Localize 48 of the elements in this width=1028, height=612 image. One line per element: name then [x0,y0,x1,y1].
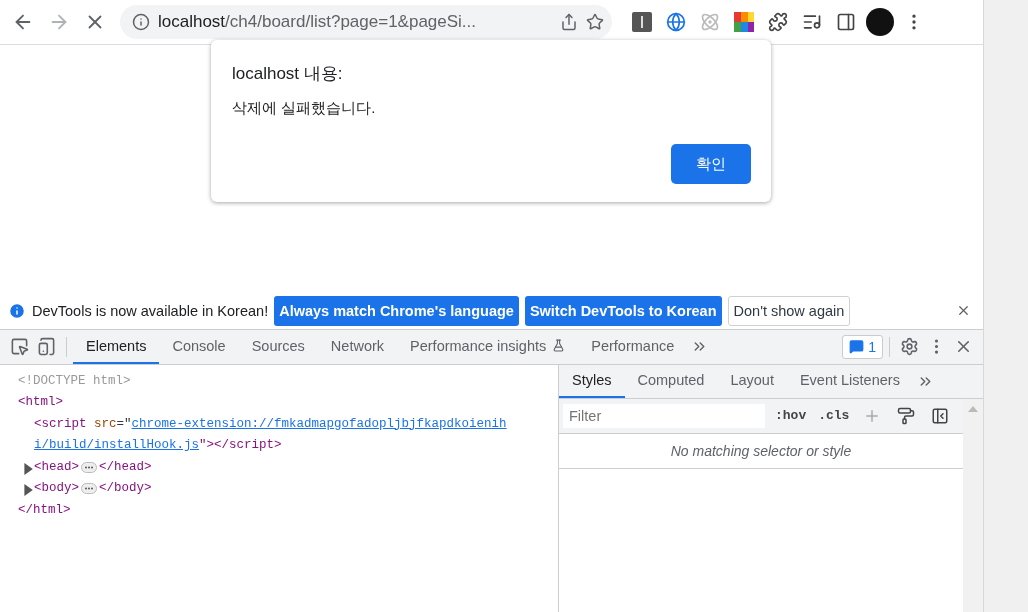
tag-text: <html> [18,394,63,411]
doctype-text: <!DOCTYPE html> [18,372,131,390]
ellipsis-icon[interactable] [81,483,97,494]
address-bar[interactable]: localhost/ch4/board/list?page=1&pageSi... [120,5,612,39]
tag-text: <body> [34,480,79,497]
message-icon [849,339,865,354]
url-path: /ch4/board/list?page=1&pageSi... [225,12,478,32]
star-icon[interactable] [586,13,604,31]
script-link[interactable]: i/build/installHook.js [34,435,200,457]
empty-message: No matching selector or style [559,433,963,469]
devtools-tab[interactable]: Elements [73,329,160,364]
styles-tab[interactable]: Event Listeners [786,364,913,398]
infobar-button[interactable]: Switch DevTools to Korean [524,295,722,326]
cls-toggle[interactable]: .cls [816,408,852,423]
devtools-tab[interactable]: Sources [238,329,318,364]
dialog-message: 삭제에 실패했습니다. [232,99,377,118]
issues-button[interactable]: 1 [842,334,883,359]
styles-tab[interactable]: Layout [717,364,787,398]
tag-text: <script [34,415,88,433]
styles-tab[interactable]: Computed [624,364,718,398]
dialog-title: localhost 내용: [232,63,344,85]
devtools-tab[interactable]: Performance [578,329,688,364]
ok-button[interactable]: 확인 [671,144,751,184]
attribute-equals: =" [116,415,132,433]
infobar-button[interactable]: Don't show again [727,295,851,326]
hov-toggle[interactable]: :hov [773,408,809,423]
tag-text: "></script> [199,437,282,454]
share-icon[interactable] [560,13,578,31]
tag-text: </head> [99,458,152,476]
info-icon [8,301,26,320]
info-icon[interactable] [132,13,150,31]
devtools-tab[interactable]: Performance insights [397,329,579,364]
infobar-button[interactable]: Always match Chrome's language [274,295,519,326]
filter-field[interactable]: Filter [563,403,765,428]
avatar[interactable] [866,8,894,36]
expand-icon[interactable] [22,462,34,475]
tag-text: <head> [34,458,79,476]
styles-tab[interactable]: Styles [559,364,625,398]
tag-text: </body> [99,480,152,497]
devtools-tab[interactable]: Network [317,329,398,364]
devtools-tab[interactable]: Console [159,329,239,364]
infobar-message: DevTools is now available in Korean! [32,302,269,319]
script-link[interactable]: chrome-extension://fmkadmapgofadopljbjfkapdkoienih [131,413,507,435]
attribute-name: src [94,415,117,433]
ellipsis-icon[interactable] [81,461,97,473]
expand-icon[interactable] [22,484,34,496]
url-host: localhost [158,12,226,32]
tag-text: </html> [18,501,71,519]
